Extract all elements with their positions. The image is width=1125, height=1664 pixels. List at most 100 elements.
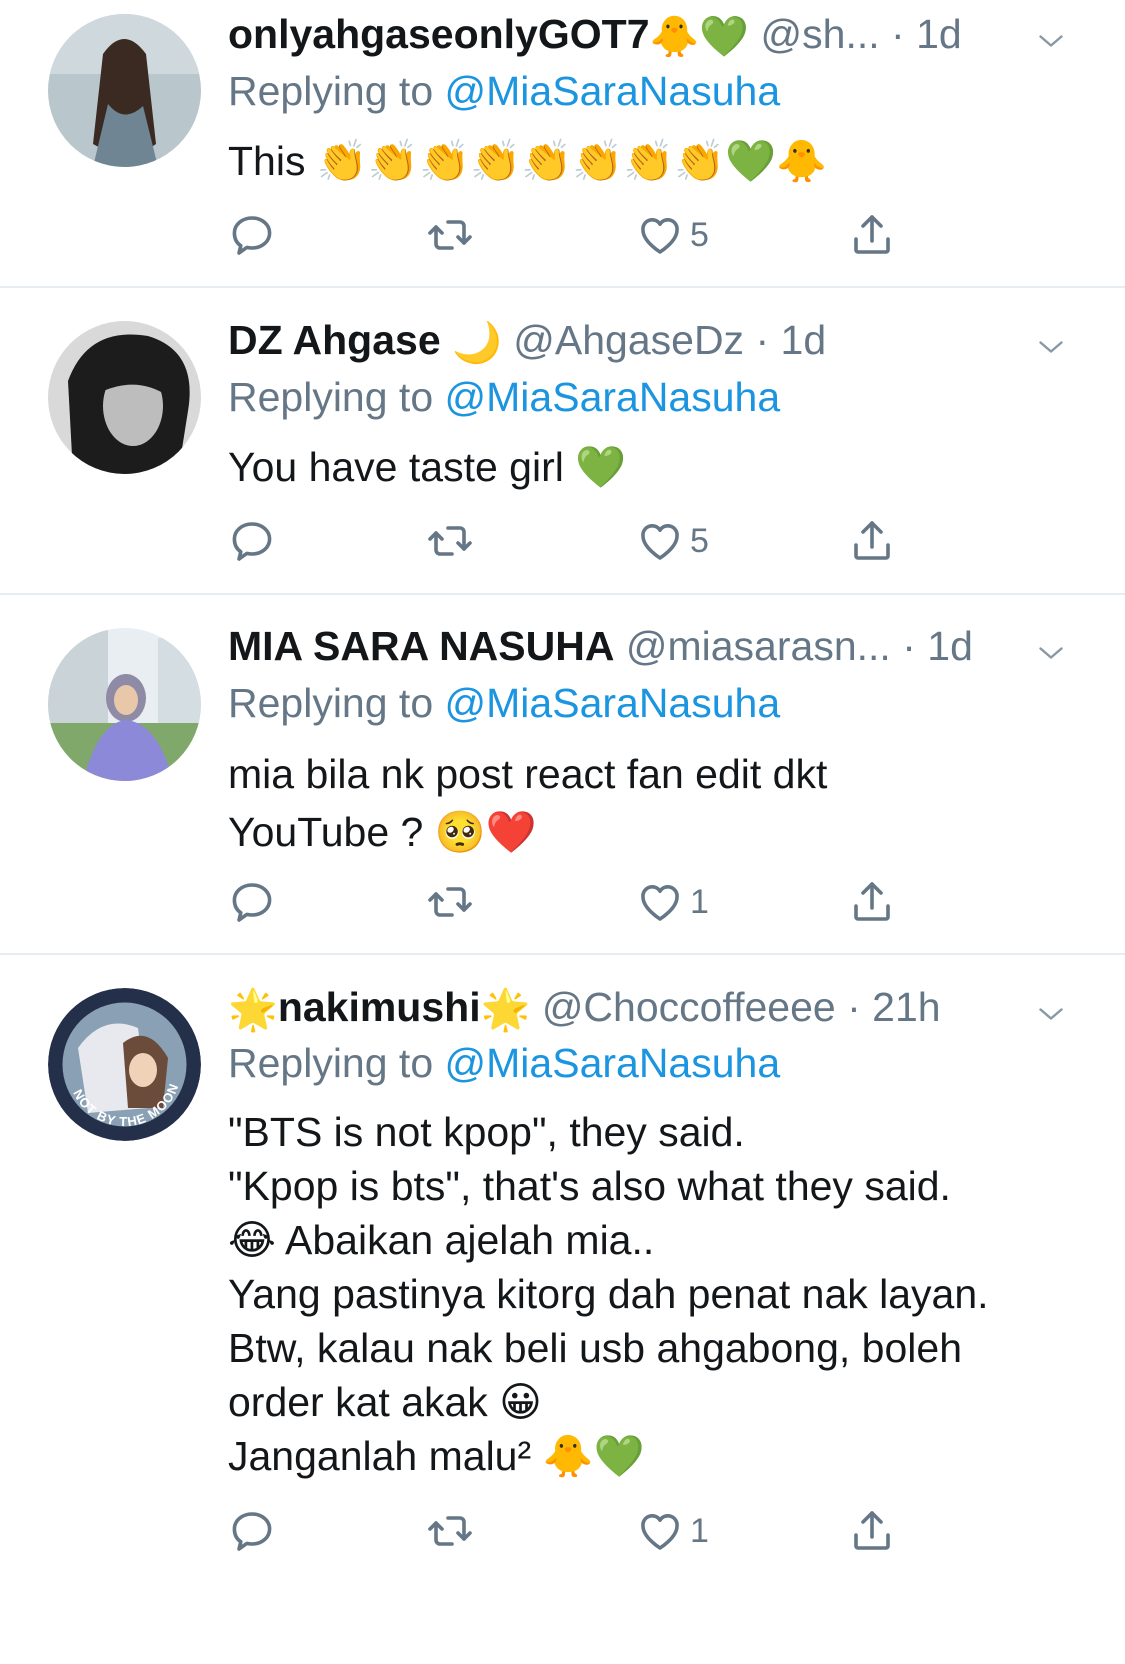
chevron-down-icon[interactable] (1033, 996, 1069, 1032)
tweet-text-line: YouTube ? 🥺❤️ (228, 809, 537, 855)
share-icon (848, 211, 896, 259)
like-icon (636, 211, 684, 259)
tweet-text-line: Janganlah malu² 🐥💚 (228, 1433, 645, 1479)
reply-button[interactable] (228, 872, 276, 932)
retweet-button[interactable] (426, 205, 474, 265)
avatar[interactable] (48, 628, 201, 781)
share-button[interactable] (848, 205, 896, 265)
retweet-button[interactable] (426, 511, 474, 571)
handle[interactable]: @AhgaseDz (513, 317, 744, 363)
avatar[interactable] (48, 321, 201, 474)
like-icon (636, 878, 684, 926)
tweet-actions: 5 (228, 205, 1108, 265)
replying-to: Replying to @MiaSaraNasuha (228, 678, 780, 728)
tweet[interactable]: onlyahgaseonlyGOT7🐥💚 @sh... · 1d Replyin… (0, 0, 1125, 287)
like-count: 1 (690, 1511, 709, 1550)
reply-icon (228, 211, 276, 259)
tweet-text-line: order kat akak 😀 (228, 1379, 542, 1425)
retweet-icon (426, 1507, 474, 1555)
display-name[interactable]: nakimushi (278, 984, 481, 1030)
display-name[interactable]: MIA SARA NASUHA (228, 623, 614, 669)
like-icon (636, 517, 684, 565)
mention-link[interactable]: @MiaSaraNasuha (445, 68, 781, 114)
avatar[interactable] (48, 14, 201, 167)
reply-button[interactable] (228, 1501, 276, 1561)
timestamp[interactable]: 1d (927, 623, 973, 669)
tweet-text-line: Btw, kalau nak beli usb ahgabong, boleh (228, 1325, 962, 1371)
like-count: 5 (690, 521, 709, 560)
reply-button[interactable] (228, 205, 276, 265)
display-name[interactable]: DZ Ahgase (228, 317, 441, 363)
like-button[interactable]: 1 (636, 872, 709, 932)
tweet-actions: 5 (228, 511, 1108, 571)
tweet-text-line: 😂 Abaikan ajelah mia.. (228, 1217, 655, 1263)
avatar[interactable]: NOT BY THE MOON (48, 988, 201, 1141)
moon-icon: 🌙 (452, 320, 502, 366)
reply-icon (228, 1507, 276, 1555)
like-button[interactable]: 1 (636, 1501, 709, 1561)
tweet-text: You have taste girl 💚 (228, 438, 1108, 496)
replying-to: Replying to @MiaSaraNasuha (228, 1038, 780, 1088)
tweet[interactable]: DZ Ahgase 🌙 @AhgaseDz · 1d Replying to @… (0, 288, 1125, 593)
chevron-down-icon[interactable] (1033, 635, 1069, 671)
separator-dot: · (902, 623, 916, 669)
retweet-button[interactable] (426, 1501, 474, 1561)
tweet-text-line: Yang pastinya kitorg dah penat nak layan… (228, 1271, 989, 1317)
tweet[interactable]: NOT BY THE MOON 🌟nakimushi🌟 @Choccoffeee… (0, 955, 1125, 1664)
share-button[interactable] (848, 511, 896, 571)
chevron-down-icon[interactable] (1033, 23, 1069, 59)
mention-link[interactable]: @MiaSaraNasuha (445, 1040, 781, 1086)
replying-to: Replying to @MiaSaraNasuha (228, 372, 780, 422)
mention-link[interactable]: @MiaSaraNasuha (445, 374, 781, 420)
tweet-header: DZ Ahgase 🌙 @AhgaseDz · 1d (228, 315, 1105, 366)
like-count: 5 (690, 215, 709, 254)
replying-label: Replying to (228, 680, 434, 726)
tweet-text: This 👏👏👏👏👏👏👏👏💚🐥 (228, 132, 1108, 190)
share-button[interactable] (848, 1501, 896, 1561)
retweet-icon (426, 211, 474, 259)
tweet-text-line: "Kpop is bts", that's also what they sai… (228, 1163, 951, 1209)
star-emoji: 🌟 (228, 987, 278, 1033)
tweet-text-line: "BTS is not kpop", they said. (228, 1109, 745, 1155)
timestamp[interactable]: 1d (781, 317, 827, 363)
like-button[interactable]: 5 (636, 205, 709, 265)
tweet-header: 🌟nakimushi🌟 @Choccoffeeee · 21h (228, 982, 1105, 1033)
display-name[interactable]: onlyahgaseonlyGOT7 (228, 11, 650, 57)
separator-dot: · (891, 11, 905, 57)
tweet-header: onlyahgaseonlyGOT7🐥💚 @sh... · 1d (228, 9, 1105, 60)
reply-button[interactable] (228, 511, 276, 571)
retweet-icon (426, 878, 474, 926)
tweet-actions: 1 (228, 872, 1108, 932)
tweet-text-line: This 👏👏👏👏👏👏👏👏💚🐥 (228, 138, 828, 184)
replying-label: Replying to (228, 68, 434, 114)
name-emoji: 🐥💚 (649, 14, 750, 60)
tweet-actions: 1 (228, 1501, 1108, 1561)
share-icon (848, 517, 896, 565)
like-count: 1 (690, 882, 709, 921)
replying-label: Replying to (228, 374, 434, 420)
share-button[interactable] (848, 872, 896, 932)
retweet-icon (426, 517, 474, 565)
share-icon (848, 878, 896, 926)
reply-icon (228, 517, 276, 565)
handle[interactable]: @sh... (761, 11, 880, 57)
tweet-text-line: mia bila nk post react fan edit dkt (228, 751, 828, 797)
retweet-button[interactable] (426, 872, 474, 932)
tweet-header: MIA SARA NASUHA @miasarasn... · 1d (228, 621, 1105, 671)
like-icon (636, 1507, 684, 1555)
replying-label: Replying to (228, 1040, 434, 1086)
tweet-text-line: You have taste girl 💚 (228, 444, 627, 490)
separator-dot: · (847, 984, 861, 1030)
replying-to: Replying to @MiaSaraNasuha (228, 66, 780, 116)
star-emoji: 🌟 (480, 987, 531, 1033)
timestamp[interactable]: 1d (916, 11, 962, 57)
like-button[interactable]: 5 (636, 511, 709, 571)
chevron-down-icon[interactable] (1033, 329, 1069, 365)
handle[interactable]: @miasarasn... (626, 623, 891, 669)
mention-link[interactable]: @MiaSaraNasuha (445, 680, 781, 726)
timestamp[interactable]: 21h (872, 984, 940, 1030)
tweet-text: mia bila nk post react fan edit dkt YouT… (228, 745, 1108, 861)
handle[interactable]: @Choccoffeeee (542, 984, 836, 1030)
tweet[interactable]: MIA SARA NASUHA @miasarasn... · 1d Reply… (0, 595, 1125, 953)
reply-icon (228, 878, 276, 926)
